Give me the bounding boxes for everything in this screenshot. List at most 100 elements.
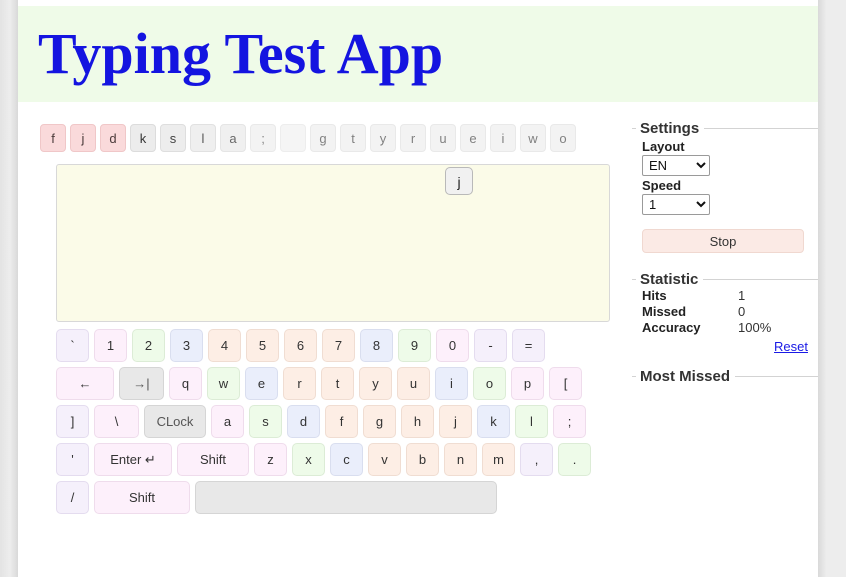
keyboard-key[interactable]: j [439, 405, 472, 438]
keyboard-key[interactable]: \ [94, 405, 139, 438]
strip-key: i [490, 124, 516, 152]
keyboard-row: / Shift [56, 481, 616, 514]
keyboard-key[interactable]: ← [56, 367, 114, 400]
keyboard-row: ] \ CLock a s d f g h j k l; [56, 405, 616, 438]
keyboard-key[interactable]: . [558, 443, 591, 476]
keyboard-key[interactable]: i [435, 367, 468, 400]
keyboard-key[interactable]: →| [119, 367, 164, 400]
keyboard-key[interactable]: x [292, 443, 325, 476]
keyboard-key[interactable]: 0 [436, 329, 469, 362]
strip-key: a [220, 124, 246, 152]
keyboard-key[interactable]: h [401, 405, 434, 438]
keyboard-key[interactable]: v [368, 443, 401, 476]
statistic-row: Hits 1 [642, 288, 818, 303]
keyboard-key[interactable]: r [283, 367, 316, 400]
app-viewport: Typing Test App f j d k s l a; g t y r u e i w o j ` 1 2 3… [0, 0, 846, 577]
strip-key: w [520, 124, 546, 152]
keyboard-row: ' Enter ↵ Shift z x c v b n m,. [56, 443, 616, 476]
strip-key: t [340, 124, 366, 152]
keyboard-key[interactable] [195, 481, 497, 514]
keyboard-key[interactable]: d [287, 405, 320, 438]
statistic-row-value: 1 [738, 288, 746, 303]
layout-select[interactable]: EN [642, 155, 710, 176]
left-scroll-gutter[interactable] [0, 0, 18, 577]
keyboard-key[interactable]: 7 [322, 329, 355, 362]
statistic-row-value: 0 [738, 304, 746, 319]
keyboard-key[interactable]: z [254, 443, 287, 476]
strip-key: f [40, 124, 66, 152]
keyboard-key[interactable]: p [511, 367, 544, 400]
keyboard-key[interactable]: a [211, 405, 244, 438]
statistic-row: Accuracy 100% [642, 320, 818, 335]
strip-key: j [70, 124, 96, 152]
keyboard-key[interactable]: / [56, 481, 89, 514]
keyboard-key[interactable]: - [474, 329, 507, 362]
keyboard-key[interactable]: ` [56, 329, 89, 362]
strip-key [280, 124, 306, 152]
keyboard-key[interactable]: ] [56, 405, 89, 438]
keyboard-key[interactable]: 1 [94, 329, 127, 362]
strip-key: y [370, 124, 396, 152]
keyboard-key[interactable]: 2 [132, 329, 165, 362]
keyboard-key[interactable]: y [359, 367, 392, 400]
settings-legend: Settings [640, 120, 700, 137]
keyboard-key[interactable]: 4 [208, 329, 241, 362]
keyboard-key[interactable]: = [512, 329, 545, 362]
keyboard-key[interactable]: 5 [246, 329, 279, 362]
keyboard-key[interactable]: CLock [144, 405, 206, 438]
keyboard-key[interactable]: ; [553, 405, 586, 438]
strip-key: d [100, 124, 126, 152]
statistic-legend: Statistic [640, 271, 699, 288]
keyboard-key[interactable]: b [406, 443, 439, 476]
statistic-row: Missed 0 [642, 304, 818, 319]
strip-key: l [190, 124, 216, 152]
strip-key: r [400, 124, 426, 152]
on-screen-keyboard: ` 1 2 3 4 5 6 7 8 9 0- = ← →| q w e r t y u i o p[] \ CLock a s d f g h… [56, 329, 616, 519]
keyboard-key[interactable]: f [325, 405, 358, 438]
most-missed-panel: Most Missed [632, 368, 818, 411]
keyboard-key[interactable]: k [477, 405, 510, 438]
keyboard-key[interactable]: Shift [94, 481, 190, 514]
statistic-row-name: Missed [642, 304, 687, 319]
statistic-rows: Hits 1 Missed 0 Accuracy 100% [632, 288, 818, 335]
keyboard-key[interactable]: w [207, 367, 240, 400]
most-missed-list [632, 385, 818, 407]
keyboard-key[interactable]: q [169, 367, 202, 400]
keyboard-key[interactable]: t [321, 367, 354, 400]
keyboard-key[interactable]: ' [56, 443, 89, 476]
statistic-panel: Statistic Hits 1 Missed 0 Accuracy 100% Reset [632, 271, 818, 362]
keyboard-key[interactable]: Shift [177, 443, 249, 476]
typing-play-field[interactable]: j [56, 164, 610, 322]
falling-letter-tile: j [445, 167, 473, 195]
keyboard-key[interactable]: g [363, 405, 396, 438]
keyboard-key[interactable]: n [444, 443, 477, 476]
keyboard-key[interactable]: s [249, 405, 282, 438]
keyboard-key[interactable]: , [520, 443, 553, 476]
strip-key: ; [250, 124, 276, 152]
stop-button[interactable]: Stop [642, 229, 804, 253]
keyboard-key[interactable]: 9 [398, 329, 431, 362]
strip-key: u [430, 124, 456, 152]
settings-panel: Settings Layout EN Speed 1 Stop [632, 120, 818, 265]
right-panel: Settings Layout EN Speed 1 Stop Statisti… [632, 120, 818, 417]
keyboard-key[interactable]: m [482, 443, 515, 476]
keyboard-key[interactable]: l [515, 405, 548, 438]
right-scroll-gutter[interactable] [818, 0, 846, 577]
keyboard-key[interactable]: Enter ↵ [94, 443, 172, 476]
upcoming-letters-strip: f j d k s l a; g t y r u e i w o [40, 124, 615, 156]
speed-label: Speed [642, 178, 682, 193]
speed-select[interactable]: 1 [642, 194, 710, 215]
reset-link[interactable]: Reset [632, 339, 808, 354]
keyboard-key[interactable]: 8 [360, 329, 393, 362]
keyboard-key[interactable]: c [330, 443, 363, 476]
layout-label: Layout [642, 139, 685, 154]
keyboard-key[interactable]: 6 [284, 329, 317, 362]
statistic-row-name: Accuracy [642, 320, 701, 335]
keyboard-key[interactable]: u [397, 367, 430, 400]
keyboard-key[interactable]: [ [549, 367, 582, 400]
keyboard-key[interactable]: o [473, 367, 506, 400]
strip-key: g [310, 124, 336, 152]
keyboard-key[interactable]: e [245, 367, 278, 400]
keyboard-key[interactable]: 3 [170, 329, 203, 362]
keyboard-row: ` 1 2 3 4 5 6 7 8 9 0- = [56, 329, 616, 362]
